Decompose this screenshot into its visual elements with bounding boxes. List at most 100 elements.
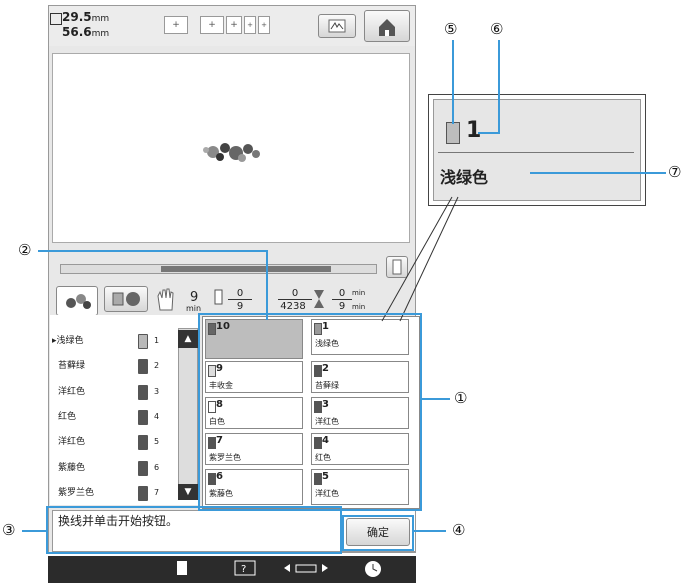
design-dimensions: 29.5mm 56.6mm — [62, 11, 109, 41]
hoop-size-icon: + — [244, 16, 256, 34]
list-item-name: 洋红色 — [58, 387, 86, 397]
list-item-name: 紫藤色 — [58, 463, 86, 473]
callout-5: ⑤ — [444, 20, 458, 38]
home-button[interactable] — [364, 10, 410, 42]
zoom-connector-lines — [381, 196, 459, 322]
frame-shape-button[interactable] — [318, 14, 356, 38]
list-item-name: ▸浅绿色 — [52, 336, 84, 346]
time-bottom: 9 — [338, 301, 346, 312]
list-item-name: 紫罗兰色 — [58, 488, 95, 498]
embroidery-design-image — [203, 143, 260, 162]
bottom-toolbar: ? — [48, 556, 416, 583]
list-item[interactable]: 洋红色 3 — [50, 381, 178, 403]
progress-fill — [161, 266, 331, 272]
hoop-size-icon: + — [226, 16, 242, 34]
hoop-size-icon: + — [200, 16, 224, 34]
design-thumbnail-button[interactable] — [56, 286, 98, 316]
zoom-needle-number: 1 — [466, 118, 482, 143]
list-item-number: 7 — [154, 488, 160, 497]
callout-5-line — [452, 40, 454, 124]
callout-2-line — [38, 250, 268, 252]
callout-6: ⑥ — [490, 20, 504, 38]
list-item-number: 4 — [154, 412, 160, 421]
help-icon: ? — [234, 560, 256, 576]
width-unit: mm — [91, 14, 110, 24]
zoom-spool-icon — [446, 122, 460, 144]
document-icon — [177, 561, 187, 575]
ok-button-highlight — [342, 515, 414, 551]
callout-2-line — [266, 250, 268, 320]
color-list-scrollbar[interactable] — [178, 328, 198, 500]
frame-shape-icon — [328, 19, 346, 33]
needle-grid-highlight — [198, 313, 422, 511]
stitch-time-value: 9 — [190, 290, 199, 305]
frame-move-icon — [284, 564, 328, 573]
color-count-bottom: 9 — [236, 301, 244, 312]
zoom-color-name: 浅绿色 — [440, 168, 489, 187]
list-item[interactable]: 紫罗兰色 7 — [50, 482, 178, 504]
spool-icon — [138, 359, 148, 374]
list-item-name: 红色 — [58, 412, 77, 422]
callout-2: ② — [18, 241, 32, 259]
scroll-up-button[interactable]: ▲ — [178, 330, 198, 348]
list-item[interactable]: 红色 4 — [50, 406, 178, 428]
list-item[interactable]: 苔藓绿 2 — [50, 355, 178, 377]
callout-4: ④ — [452, 521, 466, 539]
clock-icon — [365, 561, 381, 577]
list-item-name: 洋红色 — [58, 437, 86, 447]
design-thumbnail-icon — [66, 294, 91, 309]
stitch-count-bottom: 4238 — [280, 301, 306, 312]
callout-3-line — [22, 530, 48, 532]
list-item[interactable]: 紫藤色 6 — [50, 457, 178, 479]
sewing-progress-bar — [60, 264, 377, 274]
hoop-size-icon: + — [258, 16, 270, 34]
callout-3: ③ — [2, 521, 16, 539]
callout-7-line — [530, 172, 666, 174]
width-value: 29.5 — [62, 10, 92, 24]
hoop-size-icon: + — [164, 16, 188, 34]
list-item-number: 1 — [154, 336, 160, 345]
spool-icon — [138, 486, 148, 501]
document-button[interactable] — [168, 559, 196, 580]
frame-size-icon — [50, 13, 62, 25]
spool-icon — [138, 410, 148, 425]
home-icon — [379, 19, 395, 36]
spool-icon — [138, 334, 148, 349]
color-count-top: 0 — [228, 288, 252, 300]
callout-6-line — [498, 40, 500, 132]
height-value: 56.6 — [62, 25, 92, 39]
clock-button[interactable] — [358, 559, 388, 580]
list-item[interactable]: ▸浅绿色 1 — [50, 330, 178, 352]
list-item-number: 3 — [154, 387, 160, 396]
list-item-number: 6 — [154, 463, 160, 472]
stitch-count-top: 0 — [278, 288, 312, 300]
list-item-number: 2 — [154, 361, 160, 370]
callout-6-line — [478, 132, 500, 134]
stop-button[interactable] — [104, 286, 148, 312]
spool-icon — [138, 461, 148, 476]
list-item-name: 苔藓绿 — [58, 361, 86, 371]
stop-icon — [112, 292, 140, 306]
stitch-time-unit: min — [186, 304, 202, 313]
spool-icon — [138, 435, 148, 450]
message-highlight — [46, 506, 342, 554]
list-item[interactable]: 洋红色 5 — [50, 431, 178, 453]
time-unit-bottom: min — [352, 303, 366, 311]
callout-7: ⑦ — [668, 163, 682, 181]
help-button[interactable]: ? — [228, 559, 262, 580]
callout-1: ① — [454, 389, 468, 407]
zoom-divider — [438, 152, 634, 153]
spool-count-icon — [214, 289, 223, 305]
time-top: 0 — [332, 288, 352, 300]
scroll-down-button[interactable]: ▼ — [178, 484, 198, 500]
height-unit: mm — [91, 29, 110, 39]
list-item-number: 5 — [154, 437, 160, 446]
time-unit-top: min — [352, 289, 366, 297]
svg-text:?: ? — [241, 564, 246, 575]
callout-4-line — [414, 530, 446, 532]
frame-move-button[interactable] — [278, 559, 334, 580]
spool-icon — [138, 385, 148, 400]
hourglass-icon — [314, 290, 324, 308]
hand-icon — [157, 288, 174, 311]
callout-1-line — [422, 398, 450, 400]
